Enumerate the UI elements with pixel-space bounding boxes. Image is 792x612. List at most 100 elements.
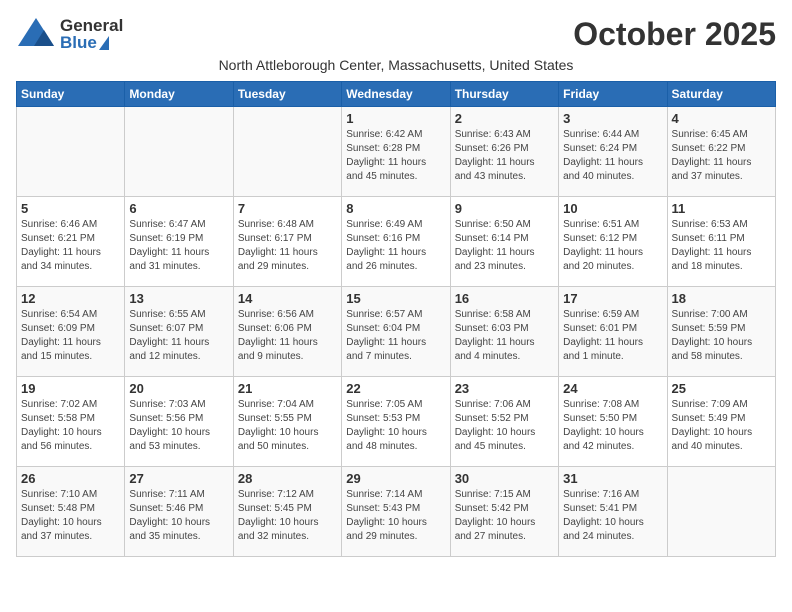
day-number: 8	[346, 201, 445, 216]
day-info: Sunrise: 7:10 AM Sunset: 5:48 PM Dayligh…	[21, 488, 120, 544]
calendar-cell: 4 Sunrise: 6:45 AM Sunset: 6:22 PM Daylig…	[667, 107, 775, 197]
page-header: General Blue October 2025	[16, 16, 776, 53]
day-info: Sunrise: 7:04 AM Sunset: 5:55 PM Dayligh…	[238, 398, 337, 454]
calendar-cell: 1 Sunrise: 6:42 AM Sunset: 6:28 PM Daylig…	[342, 107, 450, 197]
location-text: North Attleborough Center, Massachusetts…	[16, 57, 776, 73]
calendar-cell: 23 Sunrise: 7:06 AM Sunset: 5:52 PM Dayli…	[450, 377, 558, 467]
day-info: Sunrise: 7:12 AM Sunset: 5:45 PM Dayligh…	[238, 488, 337, 544]
calendar-cell: 9 Sunrise: 6:50 AM Sunset: 6:14 PM Daylig…	[450, 197, 558, 287]
logo-words: General Blue	[60, 17, 123, 51]
day-info: Sunrise: 6:45 AM Sunset: 6:22 PM Dayligh…	[672, 128, 771, 184]
calendar-cell: 13 Sunrise: 6:55 AM Sunset: 6:07 PM Dayli…	[125, 287, 233, 377]
calendar-cell: 21Sunrise: 7:04 AM Sunset: 5:55 PM Dayli…	[233, 377, 341, 467]
day-number: 25	[672, 381, 771, 396]
day-info: Sunrise: 6:48 AM Sunset: 6:17 PM Dayligh…	[238, 218, 337, 274]
column-header-thursday: Thursday	[450, 82, 558, 107]
day-info: Sunrise: 7:00 AM Sunset: 5:59 PM Dayligh…	[672, 308, 771, 364]
day-number: 24	[563, 381, 662, 396]
day-info: Sunrise: 6:56 AM Sunset: 6:06 PM Dayligh…	[238, 308, 337, 364]
day-info: Sunrise: 6:59 AM Sunset: 6:01 PM Dayligh…	[563, 308, 662, 364]
calendar-cell: 18Sunrise: 7:00 AM Sunset: 5:59 PM Dayli…	[667, 287, 775, 377]
day-info: Sunrise: 6:46 AM Sunset: 6:21 PM Dayligh…	[21, 218, 120, 274]
calendar-cell: 19 Sunrise: 7:02 AM Sunset: 5:58 PM Dayli…	[17, 377, 125, 467]
day-info: Sunrise: 6:42 AM Sunset: 6:28 PM Dayligh…	[346, 128, 445, 184]
logo-arrow-icon	[99, 36, 109, 50]
day-number: 9	[455, 201, 554, 216]
calendar-cell: 28Sunrise: 7:12 AM Sunset: 5:45 PM Dayli…	[233, 467, 341, 557]
day-number: 27	[129, 471, 228, 486]
day-info: Sunrise: 7:16 AM Sunset: 5:41 PM Dayligh…	[563, 488, 662, 544]
calendar-cell: 22 Sunrise: 7:05 AM Sunset: 5:53 PM Dayli…	[342, 377, 450, 467]
header-row: SundayMondayTuesdayWednesdayThursdayFrid…	[17, 82, 776, 107]
day-info: Sunrise: 7:08 AM Sunset: 5:50 PM Dayligh…	[563, 398, 662, 454]
calendar-cell: 14 Sunrise: 6:56 AM Sunset: 6:06 PM Dayli…	[233, 287, 341, 377]
logo-icon	[16, 16, 56, 52]
calendar-cell: 12 Sunrise: 6:54 AM Sunset: 6:09 PM Dayli…	[17, 287, 125, 377]
week-row-1: 1 Sunrise: 6:42 AM Sunset: 6:28 PM Daylig…	[17, 107, 776, 197]
calendar-cell	[233, 107, 341, 197]
column-header-tuesday: Tuesday	[233, 82, 341, 107]
calendar-cell: 16 Sunrise: 6:58 AM Sunset: 6:03 PM Dayli…	[450, 287, 558, 377]
day-number: 23	[455, 381, 554, 396]
day-info: Sunrise: 7:06 AM Sunset: 5:52 PM Dayligh…	[455, 398, 554, 454]
day-info: Sunrise: 7:15 AM Sunset: 5:42 PM Dayligh…	[455, 488, 554, 544]
day-number: 10	[563, 201, 662, 216]
day-info: Sunrise: 6:53 AM Sunset: 6:11 PM Dayligh…	[672, 218, 771, 274]
day-info: Sunrise: 7:05 AM Sunset: 5:53 PM Dayligh…	[346, 398, 445, 454]
calendar-cell: 17Sunrise: 6:59 AM Sunset: 6:01 PM Dayli…	[559, 287, 667, 377]
day-number: 30	[455, 471, 554, 486]
calendar-cell: 11 Sunrise: 6:53 AM Sunset: 6:11 PM Dayli…	[667, 197, 775, 287]
day-number: 5	[21, 201, 120, 216]
day-number: 13	[129, 291, 228, 306]
day-info: Sunrise: 6:47 AM Sunset: 6:19 PM Dayligh…	[129, 218, 228, 274]
calendar-cell: 27Sunrise: 7:11 AM Sunset: 5:46 PM Dayli…	[125, 467, 233, 557]
day-number: 11	[672, 201, 771, 216]
day-info: Sunrise: 7:14 AM Sunset: 5:43 PM Dayligh…	[346, 488, 445, 544]
calendar-cell: 29 Sunrise: 7:14 AM Sunset: 5:43 PM Dayli…	[342, 467, 450, 557]
calendar-cell: 15Sunrise: 6:57 AM Sunset: 6:04 PM Dayli…	[342, 287, 450, 377]
day-number: 3	[563, 111, 662, 126]
calendar-cell: 5 Sunrise: 6:46 AM Sunset: 6:21 PM Daylig…	[17, 197, 125, 287]
week-row-4: 19 Sunrise: 7:02 AM Sunset: 5:58 PM Dayli…	[17, 377, 776, 467]
calendar-cell: 31 Sunrise: 7:16 AM Sunset: 5:41 PM Dayli…	[559, 467, 667, 557]
day-info: Sunrise: 6:44 AM Sunset: 6:24 PM Dayligh…	[563, 128, 662, 184]
day-number: 19	[21, 381, 120, 396]
day-number: 4	[672, 111, 771, 126]
day-number: 2	[455, 111, 554, 126]
day-info: Sunrise: 6:58 AM Sunset: 6:03 PM Dayligh…	[455, 308, 554, 364]
column-header-saturday: Saturday	[667, 82, 775, 107]
column-header-sunday: Sunday	[17, 82, 125, 107]
calendar-cell: 2 Sunrise: 6:43 AM Sunset: 6:26 PM Daylig…	[450, 107, 558, 197]
day-number: 16	[455, 291, 554, 306]
calendar-cell: 26 Sunrise: 7:10 AM Sunset: 5:48 PM Dayli…	[17, 467, 125, 557]
day-number: 22	[346, 381, 445, 396]
calendar-cell: 10Sunrise: 6:51 AM Sunset: 6:12 PM Dayli…	[559, 197, 667, 287]
column-header-wednesday: Wednesday	[342, 82, 450, 107]
day-info: Sunrise: 6:54 AM Sunset: 6:09 PM Dayligh…	[21, 308, 120, 364]
day-number: 12	[21, 291, 120, 306]
day-info: Sunrise: 7:02 AM Sunset: 5:58 PM Dayligh…	[21, 398, 120, 454]
column-header-monday: Monday	[125, 82, 233, 107]
day-number: 20	[129, 381, 228, 396]
day-number: 31	[563, 471, 662, 486]
day-number: 6	[129, 201, 228, 216]
calendar-cell: 8Sunrise: 6:49 AM Sunset: 6:16 PM Daylig…	[342, 197, 450, 287]
logo-general-text: General	[60, 17, 123, 34]
week-row-3: 12 Sunrise: 6:54 AM Sunset: 6:09 PM Dayli…	[17, 287, 776, 377]
calendar-cell: 20 Sunrise: 7:03 AM Sunset: 5:56 PM Dayli…	[125, 377, 233, 467]
calendar-cell: 6 Sunrise: 6:47 AM Sunset: 6:19 PM Daylig…	[125, 197, 233, 287]
month-title: October 2025	[573, 16, 776, 53]
day-info: Sunrise: 6:43 AM Sunset: 6:26 PM Dayligh…	[455, 128, 554, 184]
day-number: 29	[346, 471, 445, 486]
week-row-2: 5 Sunrise: 6:46 AM Sunset: 6:21 PM Daylig…	[17, 197, 776, 287]
week-row-5: 26 Sunrise: 7:10 AM Sunset: 5:48 PM Dayli…	[17, 467, 776, 557]
day-number: 1	[346, 111, 445, 126]
day-number: 14	[238, 291, 337, 306]
day-number: 26	[21, 471, 120, 486]
day-info: Sunrise: 7:09 AM Sunset: 5:49 PM Dayligh…	[672, 398, 771, 454]
day-number: 15	[346, 291, 445, 306]
calendar-cell	[667, 467, 775, 557]
day-info: Sunrise: 7:03 AM Sunset: 5:56 PM Dayligh…	[129, 398, 228, 454]
day-info: Sunrise: 6:50 AM Sunset: 6:14 PM Dayligh…	[455, 218, 554, 274]
day-info: Sunrise: 6:55 AM Sunset: 6:07 PM Dayligh…	[129, 308, 228, 364]
